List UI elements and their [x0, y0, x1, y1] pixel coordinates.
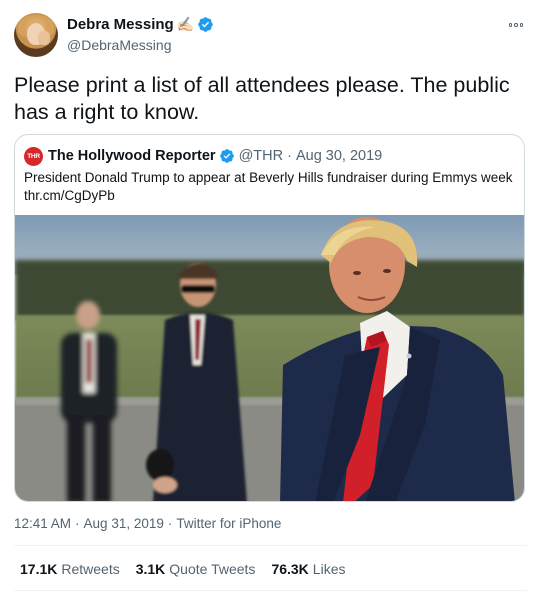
quoted-tweet-photo[interactable]: [15, 215, 524, 501]
more-icon[interactable]: [505, 18, 527, 32]
quoted-date[interactable]: Aug 30, 2019: [296, 148, 382, 164]
likes-count: 76.3K: [271, 561, 309, 577]
thr-logo: THR: [24, 146, 43, 166]
author-handle[interactable]: @DebraMessing: [67, 37, 171, 53]
verified-icon: [219, 149, 234, 163]
likes-stat[interactable]: 76.3K Likes: [271, 561, 345, 577]
timestamp-separator: ·: [75, 516, 80, 531]
quoted-tweet-text: President Donald Trump to appear at Beve…: [24, 169, 519, 205]
tweet-timestamp: 12:41 AM · Aug 31, 2019 · Twitter for iP…: [14, 516, 281, 531]
retweets-count: 17.1K: [20, 561, 58, 577]
quoted-separator: ·: [287, 148, 292, 164]
author-display-name[interactable]: Debra Messing ✍🏻: [67, 16, 214, 33]
divider: [14, 545, 527, 546]
tweet-source[interactable]: Twitter for iPhone: [176, 516, 281, 531]
photo-scene: [15, 215, 524, 501]
tweet-date[interactable]: Aug 31, 2019: [84, 516, 164, 531]
quote-tweets-count: 3.1K: [135, 561, 166, 577]
verified-icon: [198, 17, 213, 32]
tweet-text: Please print a list of all attendees ple…: [14, 73, 510, 124]
author-name-emoji: ✍🏻: [176, 16, 195, 32]
more-dot: [519, 23, 524, 27]
divider: [14, 590, 527, 591]
quote-tweets-stat[interactable]: 3.1K Quote Tweets: [136, 561, 256, 577]
tweet: Debra Messing ✍🏻 @DebraMessing Please pr…: [0, 0, 542, 592]
avatar[interactable]: [14, 13, 58, 57]
more-dot: [508, 23, 513, 27]
engagement-stats: 17.1K Retweets 3.1K Quote Tweets 76.3K L…: [20, 561, 345, 577]
avatar-hand: [38, 31, 50, 45]
retweets-stat[interactable]: 17.1K Retweets: [20, 561, 120, 577]
timestamp-separator: ·: [167, 516, 173, 531]
author-name-text: Debra Messing: [67, 16, 174, 33]
quoted-text-line: President Donald Trump to appear at Beve…: [24, 170, 513, 185]
quote-tweets-label: Quote Tweets: [169, 561, 256, 577]
retweets-label: Retweets: [61, 561, 120, 577]
tweet-time[interactable]: 12:41 AM: [14, 516, 71, 531]
quoted-handle[interactable]: @THR: [239, 148, 284, 164]
likes-label: Likes: [312, 561, 346, 577]
quoted-link[interactable]: thr.cm/CgDyPb: [24, 187, 519, 205]
quoted-author-name[interactable]: The Hollywood Reporter: [48, 148, 216, 164]
quoted-tweet-card[interactable]: THR The Hollywood Reporter @THR · Aug 30…: [14, 134, 525, 502]
quoted-tweet-header: THR The Hollywood Reporter @THR · Aug 30…: [24, 146, 382, 166]
more-dot: [514, 23, 518, 27]
